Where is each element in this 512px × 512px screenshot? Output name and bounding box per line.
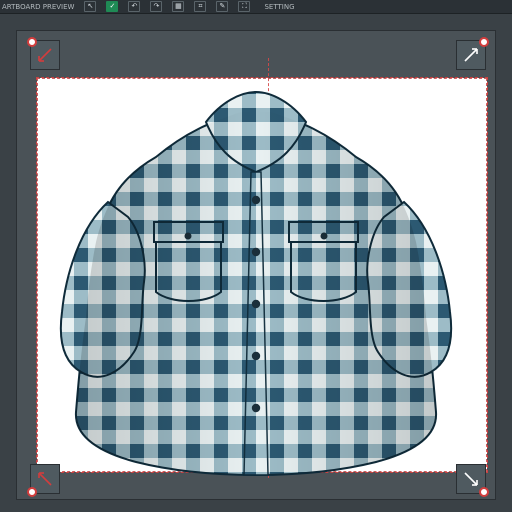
redo-icon[interactable]: ↷ [150, 1, 163, 12]
handle-dot [27, 487, 37, 497]
shading-overlay [75, 112, 437, 475]
fill-icon[interactable]: ⛶ [238, 1, 251, 12]
toolbar-title: ARTBOARD PREVIEW [2, 2, 75, 11]
shirt-svg [59, 90, 453, 477]
shirt-illustration [46, 52, 466, 482]
toolbar-setting-label: SETTING [264, 2, 295, 11]
pen-icon[interactable]: ✎ [216, 1, 229, 12]
handle-dot [479, 487, 489, 497]
select-icon[interactable]: ↖ [84, 1, 97, 12]
top-toolbar: ARTBOARD PREVIEW ↖ ✓ ↶ ↷ ▦ ⌗ ✎ ⛶ SETTING [0, 0, 512, 14]
confirm-icon[interactable]: ✓ [106, 1, 119, 12]
undo-icon[interactable]: ↶ [128, 1, 141, 12]
image-icon[interactable]: ▦ [172, 1, 185, 12]
crop-icon[interactable]: ⌗ [194, 1, 207, 12]
handle-dot [479, 37, 489, 47]
handle-dot [27, 37, 37, 47]
